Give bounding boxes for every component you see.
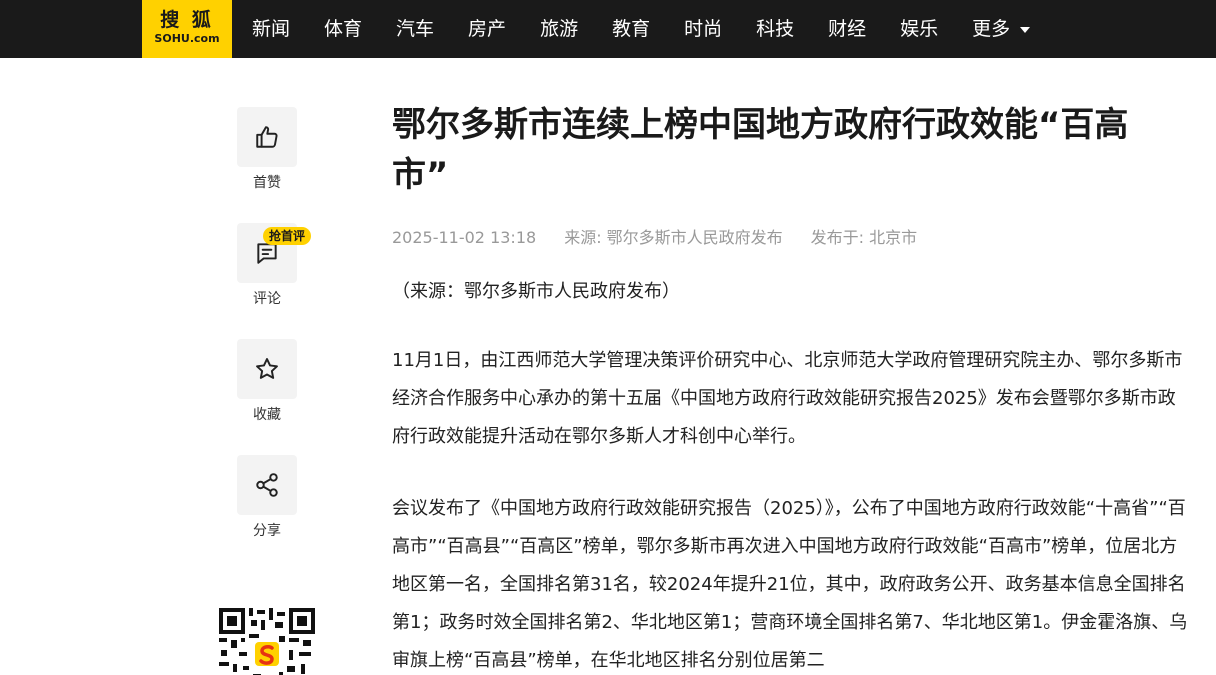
favorite-action[interactable]: 收藏: [237, 339, 297, 423]
favorite-label: 收藏: [253, 407, 281, 423]
nav-item-sports[interactable]: 体育: [324, 0, 362, 58]
main-nav: 新闻 体育 汽车 房产 旅游 教育 时尚 科技 财经 娱乐 更多: [252, 0, 1064, 58]
article-paragraph: 会议发布了《中国地方政府行政效能研究报告（2025）》，公布了中国地方政府行政效…: [392, 498, 1188, 671]
nav-item-education[interactable]: 教育: [612, 0, 650, 58]
qr-code-image: [217, 606, 317, 675]
publish-date: 2025-11-02 13:18: [392, 228, 537, 247]
nav-item-auto[interactable]: 汽车: [396, 0, 434, 58]
publish-location: 发布于: 北京市: [810, 228, 918, 247]
article-source-line: （来源：鄂尔多斯市人民政府发布）: [392, 281, 680, 302]
article-title: 鄂尔多斯市连续上榜中国地方政府行政效能“百高市”: [392, 105, 1129, 195]
comment-label: 评论: [253, 291, 281, 307]
share-label: 分享: [253, 523, 281, 539]
thumbs-up-icon: [256, 126, 278, 148]
star-icon: [256, 358, 278, 379]
like-label: 首赞: [253, 175, 281, 191]
favorite-button[interactable]: [237, 339, 297, 399]
first-comment-badge: 抢首评: [263, 227, 312, 245]
nav-item-tech[interactable]: 科技: [756, 0, 794, 58]
top-navigation-bar: 搜 狐 SOHU.com 新闻 体育 汽车 房产 旅游 教育 时尚 科技 财经 …: [0, 0, 1216, 58]
nav-item-finance[interactable]: 财经: [828, 0, 866, 58]
nav-item-fashion[interactable]: 时尚: [684, 0, 722, 58]
article-source[interactable]: 来源: 鄂尔多斯市人民政府发布: [564, 228, 782, 248]
nav-item-entertainment[interactable]: 娱乐: [900, 0, 938, 58]
logo-chinese-text: 搜 狐: [160, 9, 214, 31]
nav-item-travel[interactable]: 旅游: [540, 0, 578, 58]
nav-item-news[interactable]: 新闻: [252, 0, 290, 58]
comment-action[interactable]: 抢首评 评论: [237, 223, 312, 307]
share-icon: [256, 473, 278, 497]
article-meta: 2025-11-02 13:18 来源: 鄂尔多斯市人民政府发布 发布于: 北京…: [392, 228, 1192, 248]
share-action[interactable]: 分享: [237, 455, 297, 539]
like-button[interactable]: [237, 107, 297, 167]
article: 鄂尔多斯市连续上榜中国地方政府行政效能“百高市” 2025-11-02 13:1…: [392, 100, 1192, 675]
comment-button[interactable]: 抢首评: [237, 223, 312, 283]
share-button[interactable]: [237, 455, 297, 515]
qr-code: [217, 606, 317, 675]
article-paragraph: 11月1日，由江西师范大学管理决策评价研究中心、北京师范大学政府管理研究院主办、…: [392, 350, 1183, 447]
like-action[interactable]: 首赞: [237, 107, 297, 191]
nav-more-label: 更多: [972, 18, 1011, 40]
nav-more-menu[interactable]: 更多: [972, 0, 1031, 58]
nav-item-realestate[interactable]: 房产: [468, 0, 506, 58]
caret-down-icon: [1020, 27, 1031, 33]
logo-english-text: SOHU.com: [154, 32, 220, 45]
sohu-logo[interactable]: 搜 狐 SOHU.com: [142, 0, 232, 58]
